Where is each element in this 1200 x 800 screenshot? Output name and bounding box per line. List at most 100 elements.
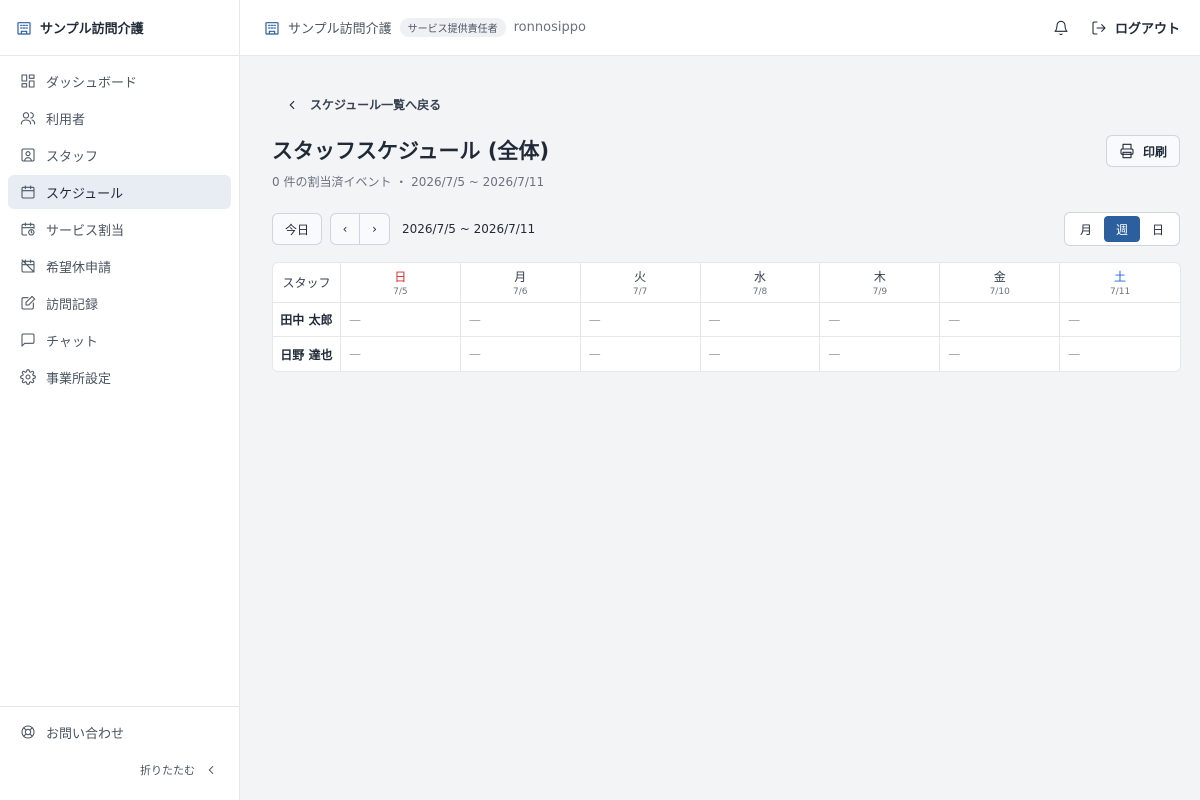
day-header[interactable]: 水 7/8 [700,263,821,303]
topbar-actions: ログアウト [1053,18,1180,37]
sidebar-item-service-assignment[interactable]: サービス割当 [8,212,231,246]
lifebuoy-icon [20,724,36,740]
schedule-cell[interactable]: — [820,337,941,371]
main-area: サンプル訪問介護 サービス提供責任者 ronnosippo ログアウト スケジュ… [240,0,1200,800]
day-date: 7/9 [872,287,888,297]
page-content: スケジュール一覧へ戻る スタッフスケジュール (全体) 0 件の割当済イベント … [240,56,1200,372]
staff-icon [20,147,36,163]
day-name: 木 [873,270,886,284]
day-header[interactable]: 木 7/9 [820,263,941,303]
back-label: スケジュール一覧へ戻る [310,98,442,112]
brand[interactable]: サンプル訪問介護 [0,0,239,56]
schedule-cell[interactable]: — [341,337,461,371]
dashboard-icon [20,73,36,89]
day-header[interactable]: 火 7/7 [580,263,701,303]
logout-label: ログアウト [1114,22,1180,37]
bell-icon[interactable] [1053,20,1069,36]
page-title: スタッフスケジュール (全体) [272,139,550,163]
schedule-cell[interactable]: — [1060,303,1180,337]
print-button[interactable]: 印刷 [1105,135,1180,167]
day-header[interactable]: 日 7/5 [340,263,461,303]
calendar-clock-icon [20,221,36,237]
view-month-button[interactable]: 月 [1068,216,1104,242]
day-name: 日 [394,270,407,284]
sidebar-item-label: 希望休申請 [46,260,112,276]
table-row: 日野 達也 — — — — — — — [273,337,1180,371]
schedule-cell[interactable]: — [581,337,701,371]
sidebar-item-dashboard[interactable]: ダッシュボード [8,64,231,98]
pager: ‹ › [330,213,391,245]
view-week-button[interactable]: 週 [1104,216,1140,242]
org-name: サンプル訪問介護 [288,22,392,37]
schedule-cell[interactable]: — [940,303,1061,337]
next-week-button[interactable]: › [360,213,391,245]
day-header[interactable]: 土 7/11 [1060,263,1180,303]
day-date: 7/5 [393,287,408,297]
sidebar-item-label: お問い合わせ [46,726,125,742]
sidebar: サンプル訪問介護 ダッシュボード 利用者 スタッフ スケジュール サービス割当 [0,0,240,800]
schedule-cell[interactable]: — [700,303,821,337]
view-day-button[interactable]: 日 [1140,216,1176,242]
day-name: 月 [514,270,527,284]
day-header[interactable]: 月 7/6 [460,263,581,303]
schedule-cell[interactable]: — [461,337,581,371]
username: ronnosippo [513,20,586,35]
back-link[interactable]: スケジュール一覧へ戻る [272,96,441,113]
sidebar-item-leave-request[interactable]: 希望休申請 [8,249,231,283]
table-row: 田中 太郎 — — — — — — — [273,303,1180,337]
sidebar-item-schedule[interactable]: スケジュール [8,175,231,209]
schedule-cell[interactable]: — [820,303,941,337]
sidebar-item-visit-records[interactable]: 訪問記録 [8,286,231,320]
topbar: サンプル訪問介護 サービス提供責任者 ronnosippo ログアウト [240,0,1200,56]
calendar-controls: 今日 ‹ › 2026/7/5 ~ 2026/7/11 月 週 日 [272,212,1180,246]
sidebar-item-office-settings[interactable]: 事業所設定 [8,360,231,394]
schedule-table: スタッフ 日 7/5 月 7/6 火 7/7 水 7/8 木 7/9 金 7/10 土 7/1… [272,262,1181,372]
day-date: 7/7 [632,287,648,297]
schedule-cell[interactable]: — [701,337,821,371]
logout-button[interactable]: ログアウト [1091,18,1180,37]
sidebar-collapse-button[interactable]: 折りたたむ [8,752,231,792]
today-button[interactable]: 今日 [272,213,323,245]
prev-week-button[interactable]: ‹ [330,213,361,245]
schedule-cell[interactable]: — [340,303,461,337]
building-icon [16,20,32,36]
sidebar-item-chat[interactable]: チャット [8,323,231,357]
sidebar-footer: お問い合わせ 折りたたむ [0,706,239,800]
staff-name: 田中 太郎 [273,303,341,337]
day-date: 7/11 [1109,287,1131,297]
sidebar-item-staff[interactable]: スタッフ [8,138,231,172]
sidebar-item-label: 訪問記録 [46,297,99,313]
role-badge: サービス提供責任者 [399,18,506,37]
sidebar-item-label: ダッシュボード [46,75,138,91]
app-root: サンプル訪問介護 ダッシュボード 利用者 スタッフ スケジュール サービス割当 [0,0,1200,800]
schedule-cell[interactable]: — [460,303,581,337]
schedule-cell[interactable]: — [940,337,1061,371]
day-name: 水 [753,270,766,284]
chevron-left-icon [203,762,219,778]
title-row: スタッフスケジュール (全体) 0 件の割当済イベント ・ 2026/7/5 ~… [272,135,1180,190]
day-date: 7/6 [513,287,528,297]
day-name: 土 [1114,270,1127,284]
chevron-left-icon [284,97,300,113]
staff-name: 日野 達也 [273,337,341,371]
users-icon [20,110,36,126]
sidebar-item-users[interactable]: 利用者 [8,101,231,135]
date-range-label: 2026/7/5 ~ 2026/7/11 [402,222,536,236]
building-icon [264,20,280,36]
staff-column-header: スタッフ [273,263,341,303]
calendar-off-icon [20,258,36,274]
sidebar-item-label: スケジュール [46,186,124,202]
view-toggle: 月 週 日 [1064,212,1180,246]
day-header[interactable]: 金 7/10 [940,263,1061,303]
schedule-cell[interactable]: — [1060,337,1180,371]
day-name: 火 [634,270,647,284]
day-date: 7/8 [752,287,768,297]
brand-name: サンプル訪問介護 [40,22,144,37]
sidebar-nav: ダッシュボード 利用者 スタッフ スケジュール サービス割当 希望休申請 訪問記… [0,56,239,706]
chat-icon [20,332,36,348]
edit-note-icon [20,295,36,311]
schedule-cell[interactable]: — [580,303,701,337]
printer-icon [1119,143,1135,159]
sidebar-item-label: 事業所設定 [46,371,112,387]
sidebar-item-contact[interactable]: お問い合わせ [8,715,231,749]
